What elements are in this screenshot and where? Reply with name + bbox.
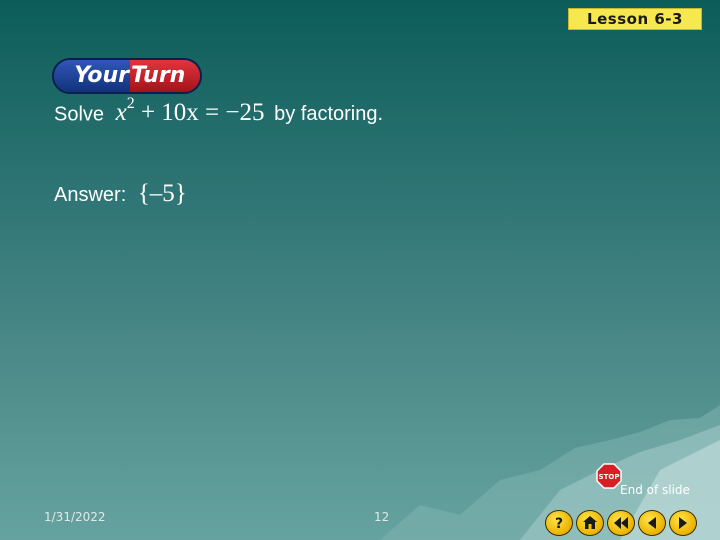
help-glyph: ? <box>555 516 563 532</box>
problem-equation: x2 + 10x = −25 <box>115 95 265 127</box>
answer-line: Answer: {–5} <box>54 180 187 208</box>
your-turn-badge: Your Turn <box>52 58 202 94</box>
your-turn-left-text: Your <box>54 60 130 92</box>
stop-sign-text: STOP <box>599 473 620 481</box>
next-icon <box>679 517 687 529</box>
problem-statement: Solve x2 + 10x = −25 by factoring. <box>54 95 384 127</box>
rewind-button[interactable] <box>607 510 635 536</box>
equation-exponent: 2 <box>126 95 135 112</box>
previous-button[interactable] <box>638 510 666 536</box>
answer-value: {–5} <box>137 180 187 207</box>
slide: Lesson 6-3 Your Turn Solve x2 + 10x = −2… <box>0 0 720 540</box>
your-turn-right-text: Turn <box>130 60 200 92</box>
lesson-label: Lesson 6-3 <box>568 8 702 30</box>
equation-base: x <box>115 99 127 127</box>
end-of-slide-label: End of slide <box>620 483 690 497</box>
previous-icon <box>648 517 656 529</box>
help-button[interactable]: ? <box>545 510 573 536</box>
slide-number: 12 <box>374 510 390 524</box>
home-button[interactable] <box>576 510 604 536</box>
help-icon: ? <box>555 516 563 532</box>
rewind-icon <box>614 517 628 529</box>
problem-suffix: by factoring. <box>274 103 384 126</box>
home-icon <box>583 516 597 529</box>
answer-label: Answer: <box>54 184 127 206</box>
equation-rest: + 10x = −25 <box>134 99 265 127</box>
next-button[interactable] <box>669 510 697 536</box>
problem-prefix: Solve <box>54 103 105 126</box>
end-of-slide-indicator: STOP End of slide <box>596 463 706 499</box>
navigation-bar: ? <box>545 510 697 536</box>
stop-sign-icon: STOP <box>596 463 622 489</box>
slide-date: 1/31/2022 <box>44 510 106 524</box>
